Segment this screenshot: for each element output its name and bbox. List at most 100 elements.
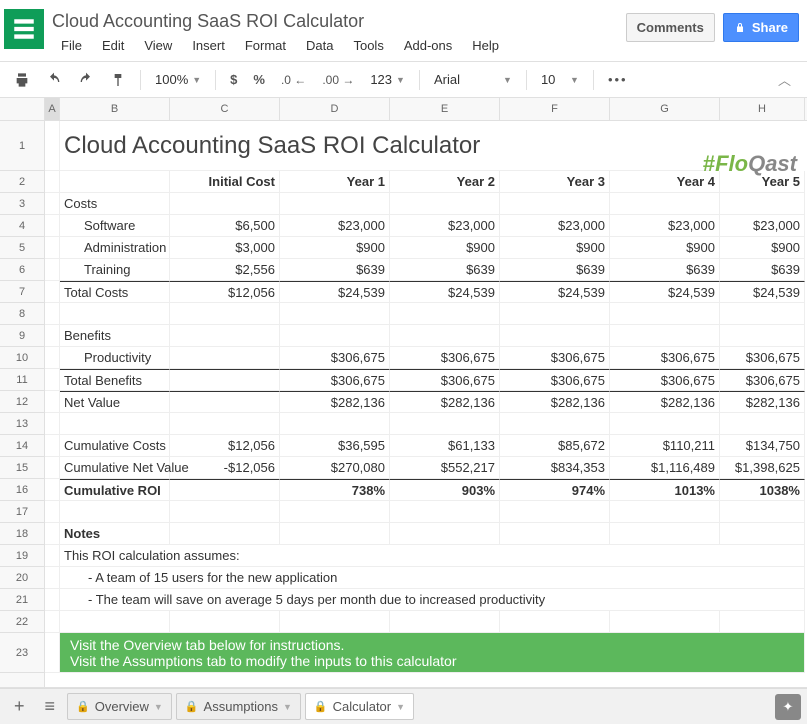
row-header[interactable]: 14: [0, 435, 44, 457]
cell[interactable]: $552,217: [390, 457, 500, 479]
cell[interactable]: Costs: [60, 193, 170, 215]
cell[interactable]: $24,539: [610, 281, 720, 303]
cell[interactable]: $24,539: [280, 281, 390, 303]
cell[interactable]: $2,556: [170, 259, 280, 281]
cell[interactable]: Net Value: [60, 391, 170, 413]
row-header[interactable]: 10: [0, 347, 44, 369]
comments-button[interactable]: Comments: [626, 13, 715, 42]
cell[interactable]: [170, 369, 280, 391]
cell[interactable]: [170, 479, 280, 501]
cell[interactable]: $282,136: [280, 391, 390, 413]
cell[interactable]: Year 2: [390, 171, 500, 193]
cell[interactable]: $110,211: [610, 435, 720, 457]
cell[interactable]: $306,675: [280, 347, 390, 369]
row-header[interactable]: 3: [0, 193, 44, 215]
add-sheet-button[interactable]: +: [6, 692, 33, 721]
menu-format[interactable]: Format: [236, 34, 295, 57]
row-header[interactable]: 16: [0, 479, 44, 501]
cell[interactable]: $306,675: [610, 347, 720, 369]
currency-button[interactable]: $: [224, 68, 243, 91]
cell[interactable]: $900: [720, 237, 805, 259]
row-header[interactable]: 19: [0, 545, 44, 567]
cell[interactable]: $900: [610, 237, 720, 259]
cell[interactable]: $24,539: [390, 281, 500, 303]
cell[interactable]: $23,000: [390, 215, 500, 237]
column-header[interactable]: B: [60, 98, 170, 120]
cell[interactable]: Productivity: [60, 347, 170, 369]
row-header[interactable]: 21: [0, 589, 44, 611]
explore-button[interactable]: ✦: [775, 694, 801, 720]
menu-tools[interactable]: Tools: [344, 34, 392, 57]
cell[interactable]: 903%: [390, 479, 500, 501]
format-dropdown[interactable]: 123▼: [364, 68, 411, 91]
cell[interactable]: $306,675: [720, 369, 805, 391]
cell[interactable]: 1013%: [610, 479, 720, 501]
cell[interactable]: Year 1: [280, 171, 390, 193]
cell[interactable]: Total Costs: [60, 281, 170, 303]
cell[interactable]: $900: [280, 237, 390, 259]
column-header[interactable]: F: [500, 98, 610, 120]
document-title[interactable]: Cloud Accounting SaaS ROI Calculator: [52, 5, 626, 34]
cell[interactable]: $639: [720, 259, 805, 281]
cell[interactable]: Benefits: [60, 325, 170, 347]
menu-file[interactable]: File: [52, 34, 91, 57]
menu-edit[interactable]: Edit: [93, 34, 133, 57]
menu-help[interactable]: Help: [463, 34, 508, 57]
share-button[interactable]: Share: [723, 13, 799, 42]
menu-data[interactable]: Data: [297, 34, 342, 57]
print-button[interactable]: [8, 68, 36, 92]
row-header[interactable]: 9: [0, 325, 44, 347]
cell[interactable]: $306,675: [500, 347, 610, 369]
cell[interactable]: $3,000: [170, 237, 280, 259]
cell[interactable]: [170, 347, 280, 369]
cell[interactable]: Cumulative Net Value: [60, 457, 170, 479]
font-dropdown[interactable]: Arial▼: [428, 68, 518, 91]
cell[interactable]: Cumulative Costs: [60, 435, 170, 457]
more-button[interactable]: •••: [602, 68, 634, 91]
cell[interactable]: $639: [280, 259, 390, 281]
column-header[interactable]: A: [45, 98, 60, 120]
cell[interactable]: $282,136: [610, 391, 720, 413]
cell[interactable]: $36,595: [280, 435, 390, 457]
cell[interactable]: $1,398,625: [720, 457, 805, 479]
percent-button[interactable]: %: [247, 68, 271, 91]
undo-button[interactable]: [40, 68, 68, 92]
cell[interactable]: - A team of 15 users for the new applica…: [60, 567, 805, 589]
cell[interactable]: Training: [60, 259, 170, 281]
cell[interactable]: [170, 391, 280, 413]
cell[interactable]: $23,000: [720, 215, 805, 237]
row-header[interactable]: 13: [0, 413, 44, 435]
row-header[interactable]: 7: [0, 281, 44, 303]
row-header[interactable]: 22: [0, 611, 44, 633]
row-header[interactable]: 20: [0, 567, 44, 589]
cell[interactable]: $24,539: [500, 281, 610, 303]
cell[interactable]: $85,672: [500, 435, 610, 457]
cell[interactable]: - The team will save on average 5 days p…: [60, 589, 805, 611]
cell[interactable]: $639: [500, 259, 610, 281]
cell[interactable]: Cumulative ROI: [60, 479, 170, 501]
cell[interactable]: [45, 121, 60, 171]
cell[interactable]: $282,136: [390, 391, 500, 413]
cell[interactable]: $61,133: [390, 435, 500, 457]
cell[interactable]: $282,136: [500, 391, 610, 413]
sheet-tab-assumptions[interactable]: 🔒Assumptions▼: [176, 693, 301, 720]
column-header[interactable]: G: [610, 98, 720, 120]
cell[interactable]: $306,675: [390, 347, 500, 369]
cell[interactable]: $12,056: [170, 281, 280, 303]
cell[interactable]: $639: [610, 259, 720, 281]
sheet-tab-calculator[interactable]: 🔒Calculator▼: [305, 693, 414, 720]
menu-view[interactable]: View: [135, 34, 181, 57]
cell[interactable]: $6,500: [170, 215, 280, 237]
cell[interactable]: Notes: [60, 523, 170, 545]
cell[interactable]: $23,000: [610, 215, 720, 237]
collapse-toolbar-button[interactable]: ︿: [770, 66, 799, 93]
row-header[interactable]: 2: [0, 171, 44, 193]
row-header[interactable]: 6: [0, 259, 44, 281]
decrease-decimal-button[interactable]: .0 ←: [275, 69, 312, 91]
sheet-title-cell[interactable]: Cloud Accounting SaaS ROI Calculator: [60, 121, 710, 171]
cell[interactable]: Initial Cost: [170, 171, 280, 193]
cell[interactable]: Software: [60, 215, 170, 237]
cell[interactable]: $24,539: [720, 281, 805, 303]
row-header[interactable]: 5: [0, 237, 44, 259]
menu-insert[interactable]: Insert: [183, 34, 234, 57]
